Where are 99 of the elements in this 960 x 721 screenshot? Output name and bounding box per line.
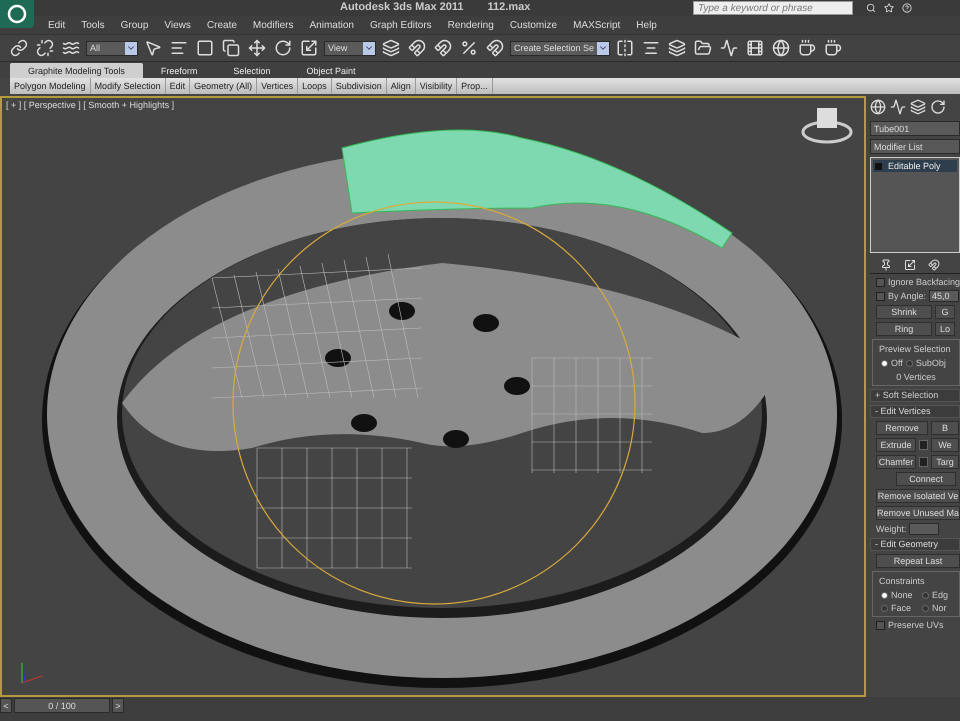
checkbox-label: By Angle:	[888, 291, 926, 301]
menu-item[interactable]: MAXScript	[565, 20, 628, 30]
menu-item[interactable]: Graph Editors	[362, 20, 440, 30]
panel-button[interactable]: G	[935, 305, 955, 319]
rollout-header[interactable]: - Edit Vertices	[870, 405, 960, 418]
star-icon[interactable]	[884, 3, 894, 13]
ribbon-panel-tab[interactable]: Modify Selection	[90, 78, 166, 94]
frame-counter[interactable]: 0 / 100	[14, 698, 110, 713]
checkbox[interactable]	[876, 292, 885, 300]
menu-item[interactable]: Help	[628, 20, 665, 30]
menu-item[interactable]: Create	[198, 20, 245, 30]
rollout-header[interactable]: - Edit Geometry	[870, 538, 960, 551]
ribbon-panel-tab[interactable]: Prop...	[457, 78, 493, 94]
axis-icon	[22, 662, 42, 684]
radio-label: SubObj	[916, 358, 946, 368]
menu-item[interactable]: Edit	[40, 20, 74, 30]
previous-frame-button[interactable]: <	[0, 698, 12, 713]
menu-item[interactable]: Rendering	[440, 20, 502, 30]
unlink-icon[interactable]	[34, 37, 56, 59]
magnet-icon[interactable]	[406, 37, 428, 59]
panel-button[interactable]: Remove Isolated Ve	[876, 489, 960, 503]
panel-button[interactable]: Remove	[876, 421, 928, 435]
selection-gizmo-circle[interactable]	[232, 201, 636, 605]
link-icon[interactable]	[8, 37, 30, 59]
ribbon-tab[interactable]: Graphite Modeling Tools	[10, 63, 143, 78]
radio-label: Edg	[932, 590, 948, 600]
selection-count: 0 Vertices	[895, 372, 937, 382]
menu-item[interactable]: Group	[112, 20, 156, 30]
window-title: Autodesk 3ds Max 2011	[340, 1, 464, 13]
rollout-header[interactable]: + Soft Selection	[870, 389, 960, 402]
group-title: Constraints	[878, 576, 926, 586]
ribbon-panel-tab[interactable]: Polygon Modeling	[10, 78, 91, 94]
panel-button[interactable]: Lo	[935, 322, 955, 336]
radio-button[interactable]	[922, 592, 929, 598]
ribbon-tab[interactable]: Object Paint	[288, 63, 374, 78]
checkbox[interactable]	[876, 278, 885, 286]
modifier-list-dropdown[interactable]: Modifier List	[870, 139, 960, 154]
panel-button[interactable]: We	[931, 438, 959, 452]
help-icon[interactable]	[902, 3, 912, 13]
app-menu-button[interactable]	[0, 0, 34, 28]
radio-label: None	[891, 590, 913, 600]
radio-button[interactable]	[881, 592, 888, 598]
radio-button[interactable]	[906, 360, 913, 366]
caret-icon[interactable]	[125, 42, 137, 54]
search-field[interactable]: Type a keyword or phrase	[693, 1, 853, 15]
angle-field[interactable]: 45,0	[929, 290, 960, 302]
group-title: Preview Selection	[878, 344, 952, 354]
ribbon-panel-tab[interactable]: Geometry (All)	[190, 78, 258, 94]
ribbon-panel-tab[interactable]: Subdivision	[332, 78, 387, 94]
selection-set-dropdown[interactable]: Create Selection Se	[510, 40, 610, 56]
logo-icon	[7, 4, 27, 24]
ribbon-tab[interactable]: Selection	[215, 63, 288, 78]
radio-button[interactable]	[922, 604, 929, 612]
ribbon-panel-tab[interactable]: Visibility	[416, 78, 458, 94]
radio-button[interactable]	[881, 604, 888, 612]
caret-icon[interactable]	[597, 42, 609, 54]
layers-icon[interactable]	[666, 37, 688, 59]
coordinate-dropdown[interactable]: View	[324, 40, 376, 56]
panel-button[interactable]: Chamfer	[876, 455, 916, 469]
checkbox-label: Preserve UVs	[888, 620, 944, 630]
move-icon[interactable]	[246, 37, 268, 59]
viewport-label[interactable]: [ + ] [ Perspective ] [ Smooth + Highlights ]	[6, 100, 174, 110]
ribbon-panel-tab[interactable]: Vertices	[257, 78, 298, 94]
menu-item[interactable]: Views	[156, 20, 199, 30]
panel-button[interactable]: B	[931, 421, 959, 435]
panel-button[interactable]: Remove Unused Ma	[876, 506, 960, 520]
menu-item[interactable]: Modifiers	[244, 20, 302, 30]
checkbox-label: Ignore Backfacing	[888, 277, 960, 287]
viewcube-icon[interactable]	[802, 108, 852, 144]
panel-button[interactable]: Ring	[876, 322, 932, 336]
connect-button[interactable]: Connect	[896, 472, 956, 486]
ribbon-tab[interactable]: Freeform	[142, 63, 216, 78]
weight-label: Weight:	[876, 524, 906, 534]
panel-button[interactable]: Targ	[931, 455, 959, 469]
radio-button[interactable]	[881, 360, 888, 366]
stack-item[interactable]: Editable Poly	[873, 160, 957, 172]
panel-button[interactable]: Shrink	[876, 305, 932, 319]
object-name-field[interactable]: Tube001	[870, 121, 960, 136]
search-icon[interactable]	[866, 3, 876, 13]
next-frame-button[interactable]: >	[112, 698, 124, 713]
menu-item[interactable]: Tools	[73, 20, 113, 30]
ribbon-panel-tab[interactable]: Edit	[166, 78, 190, 94]
weight-field[interactable]	[909, 523, 940, 535]
filter-dropdown[interactable]: All	[86, 40, 138, 56]
repeat-last-button[interactable]: Repeat Last	[876, 554, 960, 568]
checkbox[interactable]	[876, 620, 885, 630]
menu-item[interactable]: Customize	[502, 20, 566, 30]
panel-button[interactable]: Extrude	[876, 438, 916, 452]
tube-mesh-drawing[interactable]	[342, 130, 732, 248]
radio-label: Nor	[932, 603, 947, 613]
caret-icon[interactable]	[363, 42, 375, 54]
ribbon-panel-tab[interactable]: Loops	[298, 78, 332, 94]
menu-item[interactable]: Animation	[301, 20, 362, 30]
pin-icon[interactable]	[880, 258, 892, 270]
file-name: 112.max	[488, 1, 530, 13]
perspective-viewport[interactable]: [ + ] [ Perspective ] [ Smooth + Highlights ]	[0, 96, 866, 697]
radio-label: Face	[891, 603, 912, 613]
ribbon-panel-tab[interactable]: Align	[386, 78, 416, 94]
radio-label: Off	[891, 358, 903, 368]
